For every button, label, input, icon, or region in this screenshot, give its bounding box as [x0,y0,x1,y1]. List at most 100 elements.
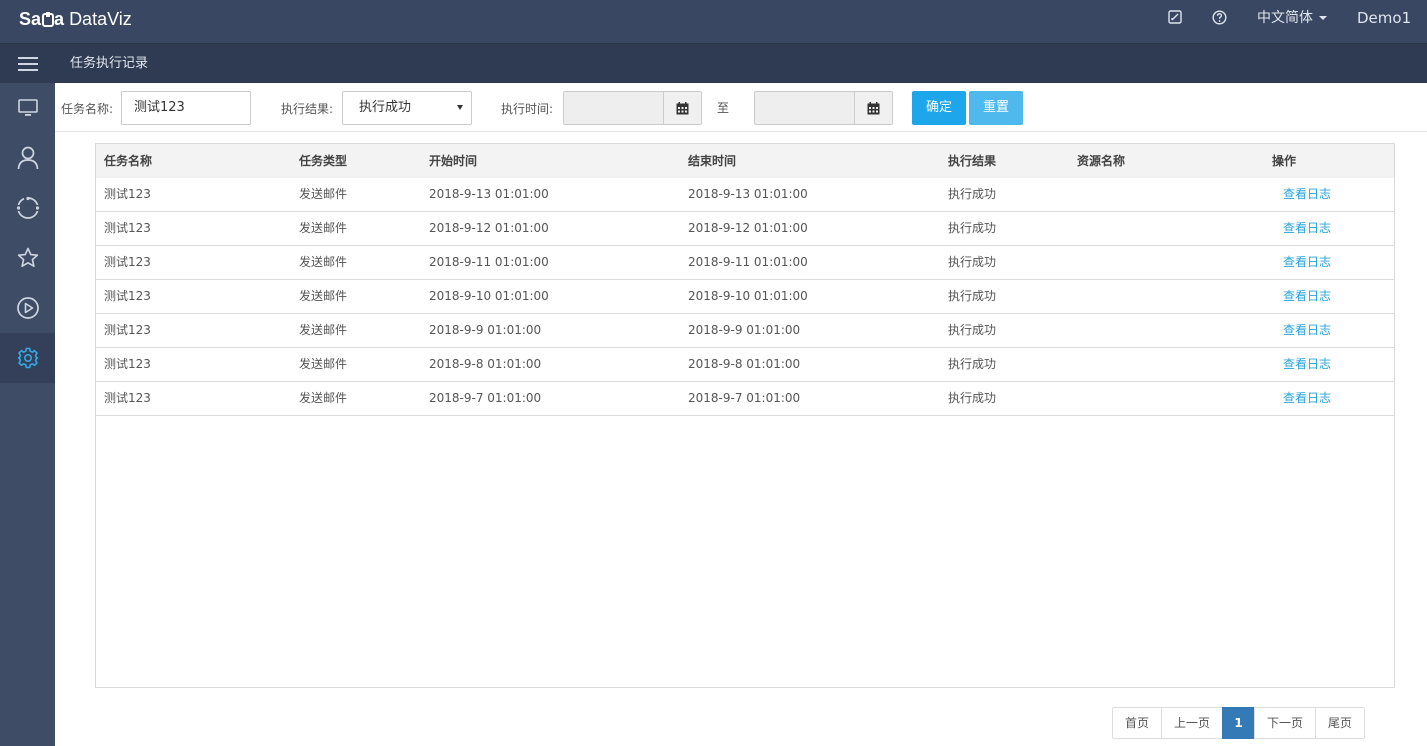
table-row: 测试123 发送邮件 2018-9-7 01:01:00 2018-9-7 01:01… [96,382,1394,416]
gear-icon [17,347,38,369]
cell-task-type: 发送邮件 [299,187,348,201]
cell-task-type: 发送邮件 [299,391,348,405]
last-page-button[interactable]: 尾页 [1315,707,1365,739]
calendar-icon[interactable] [854,92,892,124]
sidebar-item-favorites[interactable] [0,233,55,283]
top-navbar: Sa a DataViz 中文简体 Demo1 [0,0,1427,43]
table-header: 任务名称 任务类型 开始时间 结束时间 执行结果 资源名称 操作 [96,144,1394,178]
filter-bar: 任务名称: 测试123 执行结果: 执行成功 执行时间: 至 确定 重置 [55,83,1427,132]
cell-end-time: 2018-9-7 01:01:00 [688,391,801,405]
cell-task-name: 测试123 [104,357,151,371]
cell-start-time: 2018-9-9 01:01:00 [429,323,542,337]
table-row: 测试123 发送邮件 2018-9-8 01:01:00 2018-9-8 01:01… [96,348,1394,382]
edit-icon[interactable] [1168,10,1182,26]
cell-start-time: 2018-9-7 01:01:00 [429,391,542,405]
refresh-circle-icon [16,196,39,219]
cell-result: 执行成功 [948,187,997,201]
column-header-task-name: 任务名称 [104,154,153,168]
user-menu[interactable]: Demo1 [1357,0,1411,36]
cell-end-time: 2018-9-13 01:01:00 [688,187,808,201]
table-row: 测试123 发送邮件 2018-9-10 01:01:00 2018-9-10 01:… [96,280,1394,314]
records-table: 任务名称 任务类型 开始时间 结束时间 执行结果 资源名称 操作 测试123 发送… [95,143,1395,688]
cell-result: 执行成功 [948,391,997,405]
cell-result: 执行成功 [948,357,997,371]
sidebar-item-sync[interactable] [0,183,55,233]
reset-button[interactable]: 重置 [969,91,1023,125]
first-page-button[interactable]: 首页 [1112,707,1162,739]
play-circle-icon [16,297,39,319]
table-row: 测试123 发送邮件 2018-9-11 01:01:00 2018-9-11 01:… [96,246,1394,280]
user-icon [17,146,38,170]
cell-start-time: 2018-9-13 01:01:00 [429,187,549,201]
language-dropdown[interactable]: 中文简体 [1257,0,1327,36]
cell-task-name: 测试123 [104,289,151,303]
chevron-down-icon [1319,16,1327,20]
cell-task-name: 测试123 [104,391,151,405]
cell-task-type: 发送邮件 [299,323,348,337]
cell-result: 执行成功 [948,323,997,337]
cell-start-time: 2018-9-8 01:01:00 [429,357,542,371]
start-date-input[interactable] [563,91,702,125]
page-title: 任务执行记录 [70,56,149,71]
task-name-input[interactable]: 测试123 [121,91,251,125]
cell-task-name: 测试123 [104,323,151,337]
help-icon[interactable] [1212,10,1227,26]
time-label: 执行时间: [501,102,554,116]
cell-task-name: 测试123 [104,221,151,235]
column-header-task-type: 任务类型 [299,154,348,168]
end-date-input[interactable] [754,91,893,125]
cell-start-time: 2018-9-12 01:01:00 [429,221,549,235]
column-header-result: 执行结果 [948,154,997,168]
cell-end-time: 2018-9-10 01:01:00 [688,289,808,303]
column-header-start-time: 开始时间 [429,154,478,168]
table-row: 测试123 发送邮件 2018-9-9 01:01:00 2018-9-9 01:01… [96,314,1394,348]
prev-page-button[interactable]: 上一页 [1161,707,1223,739]
monitor-icon [17,99,38,116]
result-select[interactable]: 执行成功 [342,91,472,125]
cell-result: 执行成功 [948,255,997,269]
confirm-button[interactable]: 确定 [912,91,966,125]
app-logo[interactable]: Sa a DataViz [19,9,132,30]
page-1-button[interactable]: 1 [1222,707,1255,739]
cell-end-time: 2018-9-9 01:01:00 [688,323,801,337]
view-log-link[interactable]: 查看日志 [1283,212,1331,245]
column-header-actions: 操作 [1272,154,1297,168]
next-page-button[interactable]: 下一页 [1254,707,1316,739]
dropdown-arrow-icon [457,105,463,110]
cell-task-name: 测试123 [104,187,151,201]
cell-end-time: 2018-9-12 01:01:00 [688,221,808,235]
table-row: 测试123 发送邮件 2018-9-12 01:01:00 2018-9-12 01:… [96,212,1394,246]
view-log-link[interactable]: 查看日志 [1283,246,1331,279]
view-log-link[interactable]: 查看日志 [1283,314,1331,347]
cell-task-name: 测试123 [104,255,151,269]
cell-start-time: 2018-9-10 01:01:00 [429,289,549,303]
view-log-link[interactable]: 查看日志 [1283,348,1331,381]
cell-end-time: 2018-9-8 01:01:00 [688,357,801,371]
result-label: 执行结果: [281,102,334,116]
sidebar-item-dashboard[interactable] [0,83,55,133]
sidebar [0,83,55,746]
menu-toggle-icon[interactable] [0,44,55,84]
sidebar-item-settings[interactable] [0,333,55,383]
task-name-label: 任务名称: [61,102,114,116]
cell-result: 执行成功 [948,289,997,303]
calendar-icon[interactable] [663,92,701,124]
cell-task-type: 发送邮件 [299,255,348,269]
column-header-end-time: 结束时间 [688,154,737,168]
sidebar-item-play[interactable] [0,283,55,333]
sidebar-item-users[interactable] [0,133,55,183]
page-header-bar: 任务执行记录 [0,43,1427,83]
cell-task-type: 发送邮件 [299,289,348,303]
pagination: 首页 上一页 1 下一页 尾页 [1112,707,1365,739]
cell-task-type: 发送邮件 [299,357,348,371]
view-log-link[interactable]: 查看日志 [1283,178,1331,211]
star-icon [17,247,38,267]
cell-start-time: 2018-9-11 01:01:00 [429,255,549,269]
cell-end-time: 2018-9-11 01:01:00 [688,255,808,269]
view-log-link[interactable]: 查看日志 [1283,280,1331,313]
cell-task-type: 发送邮件 [299,221,348,235]
to-label: 至 [717,101,730,115]
view-log-link[interactable]: 查看日志 [1283,382,1331,415]
cell-result: 执行成功 [948,221,997,235]
logo-mark-icon [42,11,55,27]
